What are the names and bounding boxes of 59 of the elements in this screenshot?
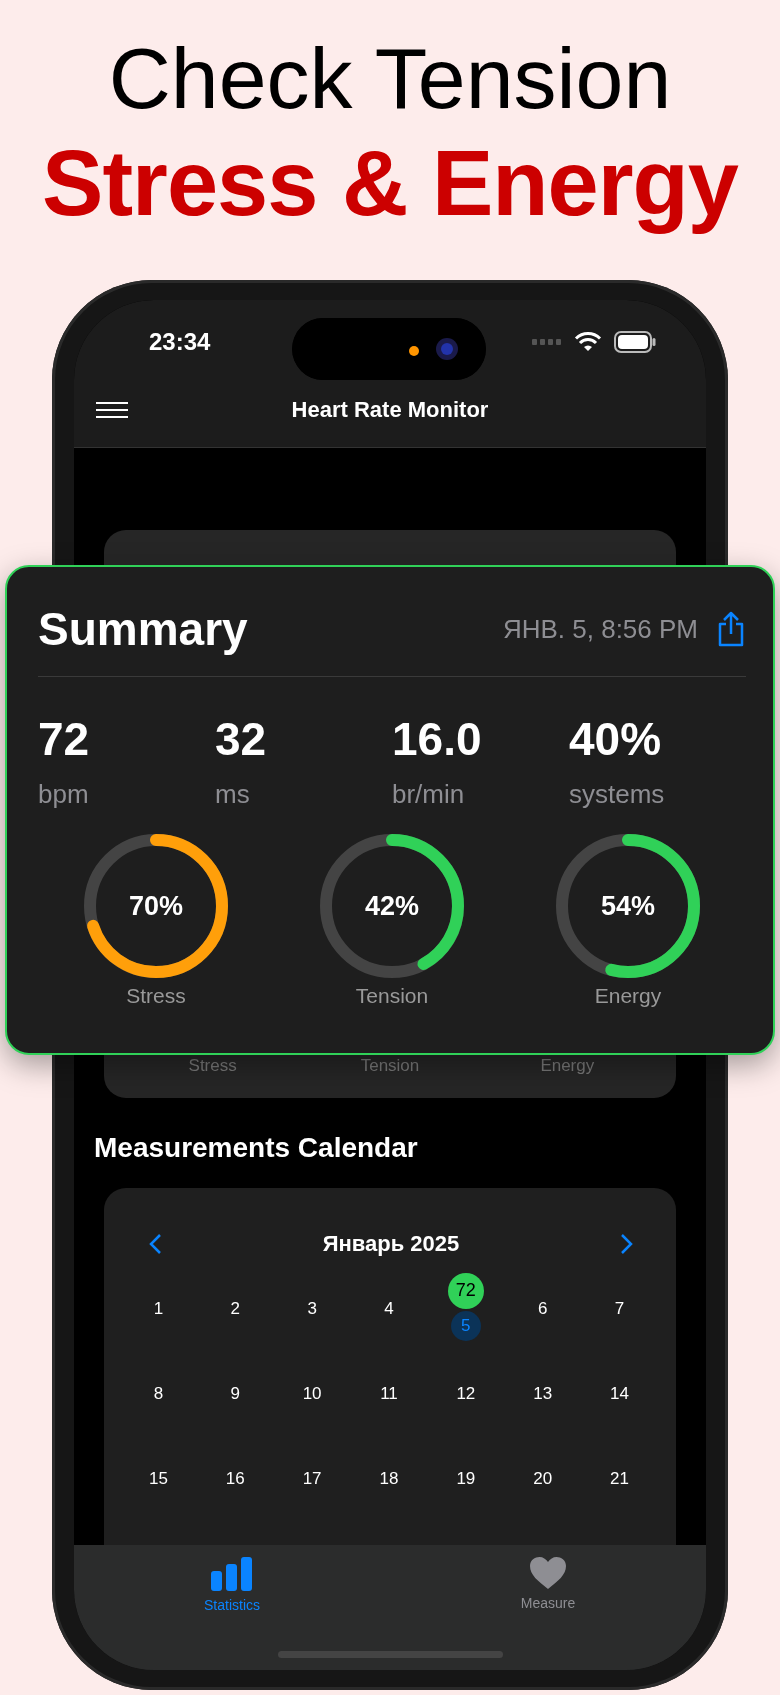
stat-unit: br/min bbox=[392, 778, 465, 811]
calendar-day[interactable]: 12 bbox=[450, 1378, 481, 1409]
gauge-value: 70% bbox=[128, 890, 183, 922]
tab[interactable]: Statistics bbox=[74, 1545, 390, 1670]
wifi-icon bbox=[574, 331, 602, 352]
share-icon bbox=[716, 611, 746, 647]
calendar-day[interactable]: 4 bbox=[374, 1293, 404, 1324]
gauge-value: 54% bbox=[600, 890, 655, 922]
gauge-label: Stress bbox=[126, 983, 186, 1009]
chevron-left-icon bbox=[148, 1233, 162, 1255]
calendar-day[interactable]: 20 bbox=[527, 1463, 558, 1494]
stat-unit: bpm bbox=[38, 778, 89, 811]
stat-value: 32 bbox=[215, 712, 267, 766]
calendar-day[interactable]: 21 bbox=[604, 1463, 635, 1494]
nav-title: Heart Rate Monitor bbox=[291, 397, 489, 423]
status-time: 23:34 bbox=[149, 327, 211, 356]
gauge-value: 42% bbox=[364, 890, 419, 922]
calendar-day[interactable]: 3 bbox=[297, 1293, 328, 1324]
headline: Stress & Energy bbox=[42, 131, 738, 236]
bar-chart-icon bbox=[210, 1557, 254, 1591]
headline: Check Tension bbox=[108, 29, 672, 128]
battery-icon bbox=[614, 330, 656, 353]
gauge-label: Tension bbox=[360, 1056, 420, 1076]
calendar-day[interactable]: 10 bbox=[297, 1378, 328, 1409]
stat-unit: ms bbox=[215, 778, 250, 811]
gauge-label: Energy bbox=[540, 1056, 595, 1076]
chevron-right-icon bbox=[620, 1233, 634, 1255]
stat-value: 16.0 bbox=[392, 712, 482, 766]
calendar-day[interactable]: 16 bbox=[220, 1463, 251, 1494]
calendar-day[interactable]: 14 bbox=[604, 1378, 635, 1409]
timestamp: ЯНВ. 5, 8:56 PM bbox=[502, 613, 698, 645]
gauge-label: Tension bbox=[355, 983, 429, 1009]
calendar-day[interactable]: 6 bbox=[527, 1293, 558, 1324]
calendar-day[interactable]: 2 bbox=[220, 1293, 251, 1324]
heart-icon bbox=[530, 1557, 566, 1589]
calendar-day[interactable]: 1 bbox=[143, 1293, 174, 1324]
stat-value: 72 bbox=[38, 712, 90, 766]
menu-icon[interactable] bbox=[96, 401, 128, 419]
card-title: Summary bbox=[38, 602, 248, 656]
tab[interactable]: Measure bbox=[390, 1545, 706, 1670]
gauge-label: Energy bbox=[594, 983, 662, 1009]
share-button[interactable] bbox=[716, 611, 746, 647]
calendar-day[interactable]: 8 bbox=[143, 1378, 174, 1409]
calendar-day[interactable]: 9 bbox=[220, 1378, 251, 1409]
calendar-day[interactable]: 19 bbox=[450, 1463, 481, 1494]
reading-badge: 72 bbox=[447, 1272, 484, 1309]
calendar-day[interactable]: 13 bbox=[527, 1378, 558, 1409]
calendar-day[interactable]: 11 bbox=[374, 1378, 404, 1409]
section-heading: Measurements Calendar bbox=[94, 1131, 419, 1165]
signal-icon bbox=[532, 337, 562, 346]
calendar-day[interactable]: 18 bbox=[374, 1463, 404, 1494]
calendar-day[interactable]: 5 bbox=[450, 1310, 481, 1341]
stat-unit: systems bbox=[569, 778, 665, 811]
calendar-day[interactable]: 15 bbox=[143, 1463, 174, 1494]
calendar-day[interactable]: 7 bbox=[604, 1293, 635, 1324]
stat-value: 40% bbox=[569, 712, 662, 766]
gauge-label: Stress bbox=[188, 1056, 237, 1076]
calendar-day[interactable]: 17 bbox=[297, 1463, 328, 1494]
month-title: Январь 2025 bbox=[322, 1231, 460, 1257]
